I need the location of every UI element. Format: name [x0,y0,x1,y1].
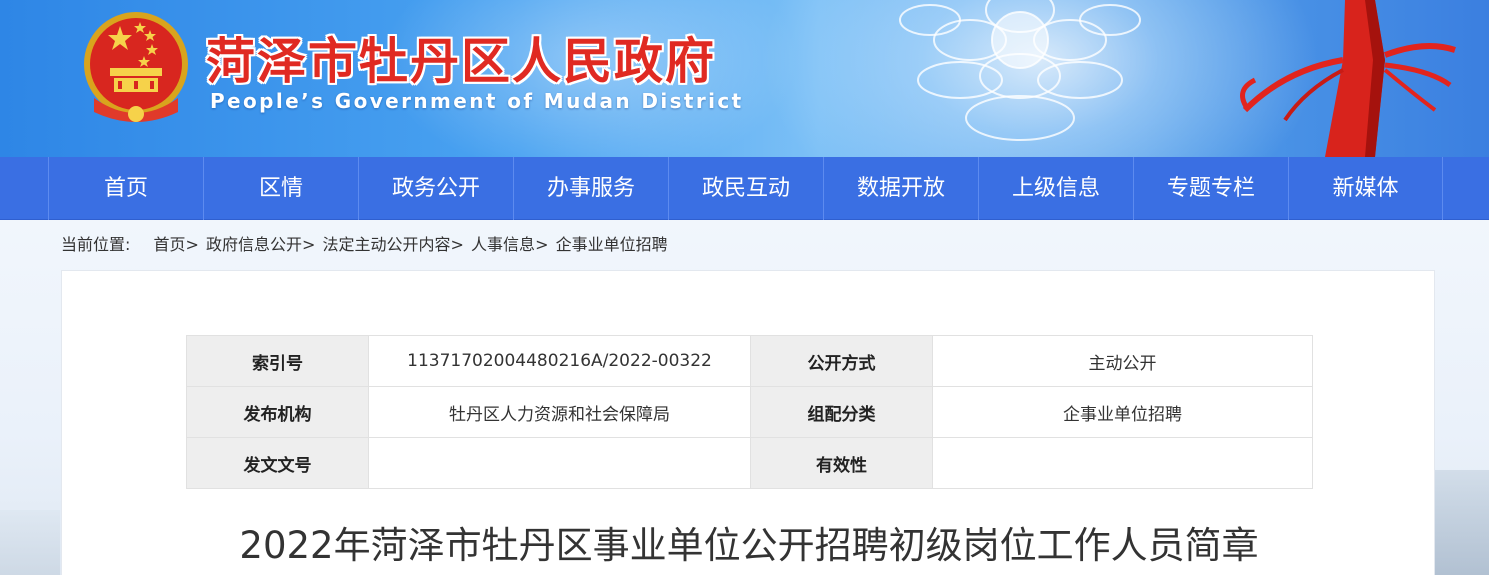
breadcrumb-separator: > [450,235,464,254]
meta-key-category: 组配分类 [750,386,933,438]
meta-key-validity: 有效性 [750,437,933,489]
main-nav: 首页 区情 政务公开 办事服务 政民互动 数据开放 上级信息 专题专栏 新媒体 [0,157,1489,220]
site-title: 菏泽市牡丹区人民政府 [206,33,717,90]
content-panel: 索引号 11371702004480216A/2022-00322 公开方式 主… [61,270,1435,575]
breadcrumb-item-personnel[interactable]: 人事信息 [471,235,535,254]
peony-flower-decoration [899,0,1141,141]
meta-key-index-number: 索引号 [186,335,369,387]
meta-value-category: 企事业单位招聘 [932,386,1313,438]
site-subtitle: People’s Government of Mudan District [210,89,744,113]
article-title: 2022年菏泽市牡丹区事业单位公开招聘初级岗位工作人员简章 [239,524,1259,567]
meta-row: 发文文号 有效性 [186,437,1313,489]
breadcrumb-separator: > [185,235,199,254]
breadcrumb-item-home[interactable]: 首页 [154,235,186,254]
nav-item-superior-info[interactable]: 上级信息 [978,157,1133,220]
nav-item-interaction[interactable]: 政民互动 [668,157,823,220]
breadcrumb: 当前位置: 首页> 政府信息公开> 法定主动公开内容> 人事信息> 企事业单位招… [61,232,668,258]
meta-key-publisher: 发布机构 [186,386,369,438]
meta-key-document-number: 发文文号 [186,437,369,489]
breadcrumb-separator: > [535,235,549,254]
breadcrumb-separator: > [302,235,316,254]
header-banner: 菏泽市牡丹区人民政府 People’s Government of Mudan … [0,0,1489,157]
breadcrumb-item-recruitment[interactable]: 企事业单位招聘 [556,235,668,254]
meta-value-document-number [368,437,751,489]
meta-row: 索引号 11371702004480216A/2022-00322 公开方式 主… [186,335,1313,387]
nav-item-open-data[interactable]: 数据开放 [823,157,978,220]
national-emblem-icon [84,12,188,122]
city-scenery-decoration [1435,470,1489,575]
meta-value-validity [932,437,1313,489]
document-meta-table: 索引号 11371702004480216A/2022-00322 公开方式 主… [186,335,1313,489]
meta-row: 发布机构 牡丹区人力资源和社会保障局 组配分类 企事业单位招聘 [186,386,1313,438]
nav-item-government-affairs[interactable]: 政务公开 [358,157,513,220]
nav-item-services[interactable]: 办事服务 [513,157,668,220]
meta-value-index-number: 11371702004480216A/2022-00322 [368,335,751,387]
red-sculpture-decoration [1240,0,1456,157]
meta-value-publisher: 牡丹区人力资源和社会保障局 [368,386,751,438]
nav-item-home[interactable]: 首页 [48,157,203,220]
city-scenery-decoration [0,510,60,575]
meta-value-disclosure-method: 主动公开 [932,335,1313,387]
meta-key-disclosure-method: 公开方式 [750,335,933,387]
nav-item-special-topics[interactable]: 专题专栏 [1133,157,1288,220]
breadcrumb-item-statutory-content[interactable]: 法定主动公开内容 [323,235,451,254]
breadcrumb-label: 当前位置: [61,235,131,254]
nav-item-district-info[interactable]: 区情 [203,157,358,220]
breadcrumb-item-gov-info[interactable]: 政府信息公开 [206,235,302,254]
nav-item-new-media[interactable]: 新媒体 [1288,157,1443,220]
